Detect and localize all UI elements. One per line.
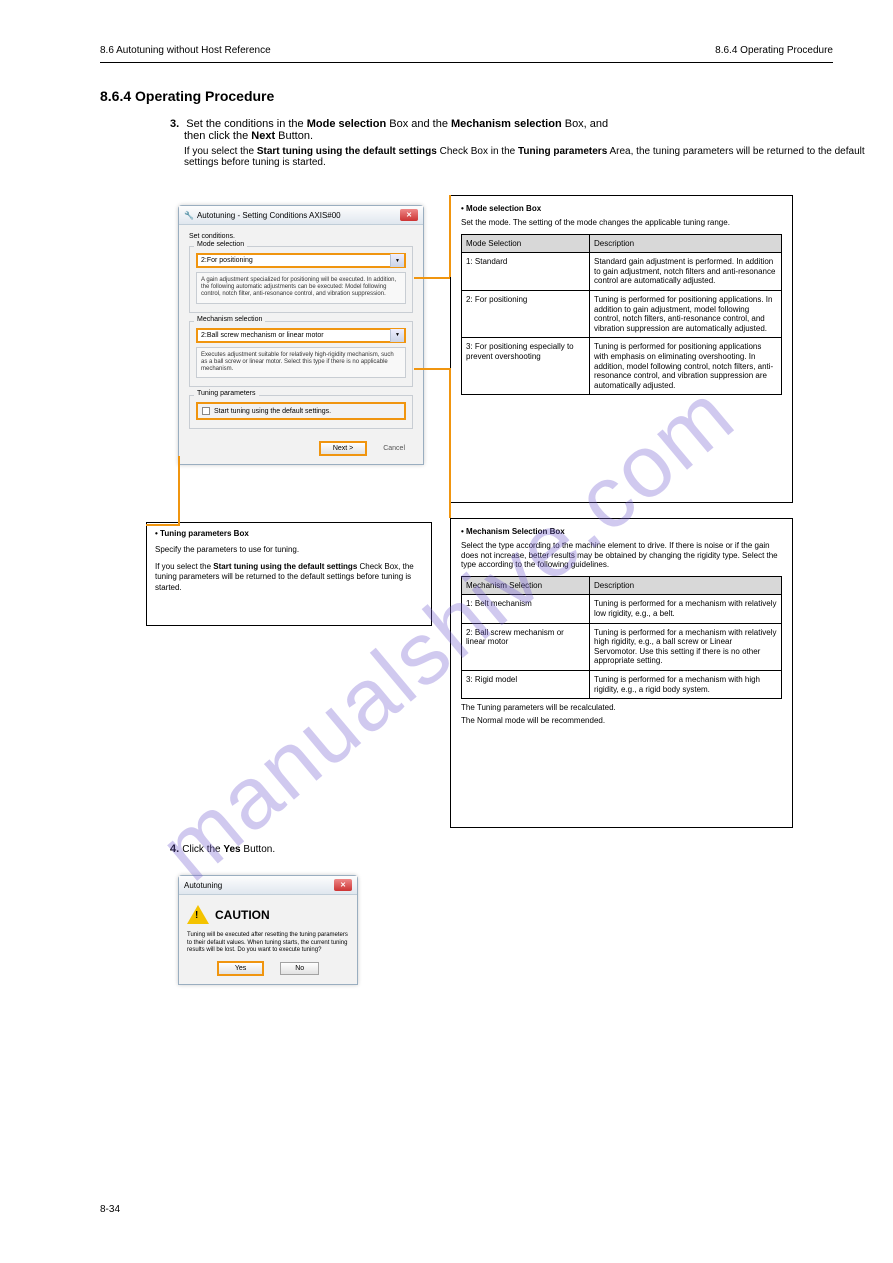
mode-description: A gain adjustment specialized for positi…: [196, 272, 406, 304]
ib2-recline: The Tuning parameters will be recalculat…: [461, 703, 782, 712]
step3-bold2: Mechanism selection: [451, 118, 562, 130]
mode-selection-info: • Mode selection Box Set the mode. The s…: [450, 195, 793, 503]
ib1-r2c1: 2: For positioning: [462, 290, 590, 337]
default-settings-checkbox-row[interactable]: Start tuning using the default settings.: [196, 402, 406, 420]
connector-line: [414, 368, 450, 370]
mode-selection-fieldset: Mode selection 2:For positioning ▼ A gai…: [189, 246, 413, 313]
connector-line: [178, 456, 180, 526]
mechanism-select[interactable]: 2:Ball screw mechanism or linear motor ▼: [196, 328, 406, 343]
mode-selection-table: Mode Selection Description 1: Standard S…: [461, 234, 782, 396]
warning-icon: [187, 905, 209, 924]
ib1-r3c2: Tuning is performed for positioning appl…: [590, 338, 782, 395]
tuning-parameters-info: • Tuning parameters Box Specify the para…: [146, 522, 432, 626]
autotuning-conditions-dialog: 🔧 Autotuning - Setting Conditions AXIS#0…: [178, 205, 424, 465]
ib1-r1c1: 1: Standard: [462, 253, 590, 291]
ib2-r2c2: Tuning is performed for a mechanism with…: [590, 623, 782, 670]
ib2-sub: Select the type according to the machine…: [461, 541, 782, 570]
lc-p1: Specify the parameters to use for tuning…: [155, 545, 423, 555]
mode-legend: Mode selection: [194, 241, 247, 248]
yes-button[interactable]: Yes: [217, 961, 264, 976]
page-number: 8-34: [100, 1204, 120, 1215]
mech-description: Executes adjustment suitable for relativ…: [196, 347, 406, 379]
checkbox-icon[interactable]: [202, 407, 210, 415]
tuning-icon: 🔧: [184, 211, 194, 220]
section-title: 8.6.4 Operating Procedure: [100, 88, 274, 104]
s4-l1b: Yes: [223, 844, 240, 855]
dialog2-title: Autotuning: [184, 881, 222, 890]
set-conditions-label: Set conditions.: [189, 233, 413, 240]
s4-l1c: Button.: [241, 844, 275, 855]
ib2-r1c2: Tuning is performed for a mechanism with…: [590, 595, 782, 623]
ib2-r2c1: 2: Ball screw mechanism or linear motor: [462, 623, 590, 670]
close-icon[interactable]: ✕: [400, 209, 418, 221]
connector-line: [449, 195, 451, 277]
no-button[interactable]: No: [280, 962, 319, 975]
step3-number: 3.: [170, 118, 179, 130]
header-section: 8.6 Autotuning without Host Reference: [100, 45, 271, 56]
ib2-th1: Mechanism Selection: [462, 576, 590, 595]
step4-block: 4. Click the Yes Button.: [170, 843, 793, 856]
step3-mid2: Box, and: [562, 118, 608, 130]
close-icon[interactable]: ✕: [334, 879, 352, 891]
tuning-legend: Tuning parameters: [194, 390, 259, 397]
step3-line2: then click the: [184, 130, 251, 142]
mechanism-selection-fieldset: Mechanism selection 2:Ball screw mechani…: [189, 321, 413, 388]
chevron-down-icon[interactable]: ▼: [390, 254, 404, 267]
mode-select[interactable]: 2:For positioning ▼: [196, 253, 406, 268]
ib2-th2: Description: [590, 576, 782, 595]
caution-label: CAUTION: [215, 908, 270, 922]
cancel-button[interactable]: Cancel: [375, 443, 413, 454]
step3-bold3: Next: [251, 130, 275, 142]
lc-p2: If you select the Start tuning using the…: [155, 562, 423, 593]
ib2-reclast: The Normal mode will be recommended.: [461, 716, 782, 725]
connector-line: [146, 524, 179, 526]
mechanism-selection-info: • Mechanism Selection Box Select the typ…: [450, 518, 793, 828]
lc-head: • Tuning parameters Box: [155, 529, 423, 539]
step3-text1: Set the conditions in the: [186, 118, 306, 130]
ib1-th1: Mode Selection: [462, 234, 590, 253]
ib2-r3c2: Tuning is performed for a mechanism with…: [590, 670, 782, 698]
ib1-r1c2: Standard gain adjustment is performed. I…: [590, 253, 782, 291]
dialog1-title: Autotuning - Setting Conditions AXIS#00: [197, 211, 341, 220]
step3-bold1: Mode selection: [307, 118, 386, 130]
mechanism-selection-table: Mechanism Selection Description 1: Belt …: [461, 576, 782, 699]
next-button[interactable]: Next >: [319, 441, 367, 456]
dialog1-titlebar: 🔧 Autotuning - Setting Conditions AXIS#0…: [179, 206, 423, 225]
ib2-head: • Mechanism Selection Box: [461, 527, 782, 536]
ib1-head: • Mode selection Box: [461, 204, 782, 213]
ib1-sub: Set the mode. The setting of the mode ch…: [461, 218, 782, 228]
mech-select-value: 2:Ball screw mechanism or linear motor: [198, 332, 390, 339]
mode-select-value: 2:For positioning: [198, 257, 390, 264]
ib1-th2: Description: [590, 234, 782, 253]
tuning-checkbox-label: Start tuning using the default settings.: [214, 408, 331, 415]
chevron-down-icon[interactable]: ▼: [390, 329, 404, 342]
caution-message: Tuning will be executed after resetting …: [187, 932, 349, 955]
dialog2-titlebar: Autotuning ✕: [179, 876, 357, 895]
ib1-r3c1: 3: For positioning especially to prevent…: [462, 338, 590, 395]
page-header: 8.6 Autotuning without Host Reference 8.…: [100, 45, 833, 63]
tuning-parameters-fieldset: Tuning parameters Start tuning using the…: [189, 395, 413, 429]
step3-mid1: Box and the: [386, 118, 451, 130]
step3-tail: Button.: [275, 130, 313, 142]
ib2-r1c1: 1: Belt mechanism: [462, 595, 590, 623]
connector-line: [449, 368, 451, 518]
s4-l1a: Click the: [182, 844, 223, 855]
mech-legend: Mechanism selection: [194, 316, 265, 323]
caution-dialog: Autotuning ✕ CAUTION Tuning will be exec…: [178, 875, 358, 985]
ib2-r3c1: 3: Rigid model: [462, 670, 590, 698]
step4-number: 4.: [170, 843, 179, 855]
connector-line: [414, 277, 450, 279]
ib1-r2c2: Tuning is performed for positioning appl…: [590, 290, 782, 337]
step3-followup: If you select the Start tuning using the…: [184, 146, 893, 168]
header-subsection: 8.6.4 Operating Procedure: [715, 45, 833, 56]
step3-block: 3. Set the conditions in the Mode select…: [170, 118, 893, 168]
